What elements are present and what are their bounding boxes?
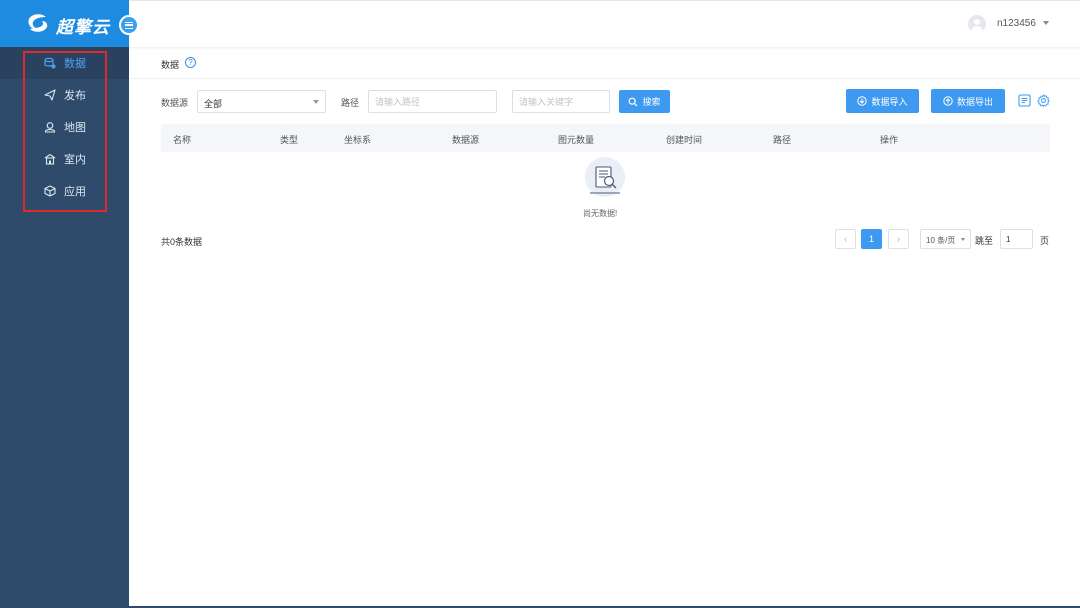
column-header-created-time: 创建时间 bbox=[666, 135, 703, 145]
page-size-select[interactable]: 10 条/页 bbox=[920, 229, 971, 249]
logo-bar: 超擎云 bbox=[0, 0, 129, 47]
chevron-down-icon[interactable] bbox=[1043, 21, 1049, 25]
column-header-crs: 坐标系 bbox=[344, 135, 372, 145]
page-unit-label: 页 bbox=[1040, 236, 1050, 246]
empty-state-text: 尚无数据! bbox=[583, 209, 618, 218]
source-label: 数据源 bbox=[161, 98, 189, 108]
search-icon bbox=[629, 97, 638, 106]
chevron-down-icon bbox=[961, 238, 965, 241]
path-input[interactable] bbox=[368, 90, 497, 113]
help-icon[interactable]: ? bbox=[185, 57, 196, 68]
empty-data-icon bbox=[585, 157, 625, 197]
column-header-type: 类型 bbox=[280, 135, 299, 145]
app-logo-text: 超擎云 bbox=[56, 18, 110, 37]
import-button-label: 数据导入 bbox=[871, 96, 908, 107]
page-title: 数据 bbox=[161, 60, 180, 70]
total-count: 共0条数据 bbox=[161, 237, 203, 247]
header-top-border bbox=[129, 0, 1080, 1]
table-header: 名称 类型 坐标系 数据源 图元数量 创建时间 路径 操作 bbox=[161, 124, 1050, 152]
next-page-button[interactable]: › bbox=[888, 229, 909, 249]
user-avatar[interactable] bbox=[968, 15, 986, 33]
page-size-value: 10 条/页 bbox=[926, 236, 956, 245]
page-header: 数据 ? bbox=[129, 47, 1080, 79]
chevron-down-icon bbox=[313, 100, 319, 104]
menu-toggle-button[interactable] bbox=[119, 15, 139, 35]
chevron-left-icon: ‹ bbox=[843, 233, 848, 245]
import-button[interactable]: 数据导入 bbox=[846, 89, 919, 113]
logo-icon bbox=[28, 14, 48, 32]
source-select-value: 全部 bbox=[204, 99, 223, 109]
column-header-source: 数据源 bbox=[452, 135, 480, 145]
source-select[interactable]: 全部 bbox=[197, 90, 326, 113]
keyword-input[interactable] bbox=[512, 90, 610, 113]
username[interactable]: n123456 bbox=[997, 18, 1036, 29]
download-circle-icon bbox=[857, 96, 868, 106]
path-label: 路径 bbox=[341, 98, 360, 108]
column-header-path: 路径 bbox=[773, 135, 792, 145]
annotation-highlight-box bbox=[23, 51, 107, 212]
column-header-name: 名称 bbox=[173, 135, 192, 145]
export-button[interactable]: 数据导出 bbox=[931, 89, 1005, 113]
jump-label: 跳至 bbox=[975, 236, 994, 246]
upload-circle-icon bbox=[943, 96, 953, 106]
chevron-right-icon: › bbox=[896, 233, 901, 245]
column-header-actions: 操作 bbox=[880, 135, 899, 145]
prev-page-button[interactable]: ‹ bbox=[835, 229, 856, 249]
top-header bbox=[129, 0, 1080, 47]
search-button[interactable]: 搜索 bbox=[619, 90, 670, 113]
gear-icon[interactable] bbox=[1037, 94, 1050, 107]
jump-page-input[interactable] bbox=[1000, 229, 1033, 249]
column-settings-icon[interactable] bbox=[1018, 94, 1031, 107]
current-page-button[interactable]: 1 bbox=[861, 229, 882, 249]
export-button-label: 数据导出 bbox=[956, 96, 993, 107]
menu-icon bbox=[125, 21, 133, 29]
search-button-label: 搜索 bbox=[642, 97, 661, 107]
column-header-feature-count: 图元数量 bbox=[558, 135, 595, 145]
